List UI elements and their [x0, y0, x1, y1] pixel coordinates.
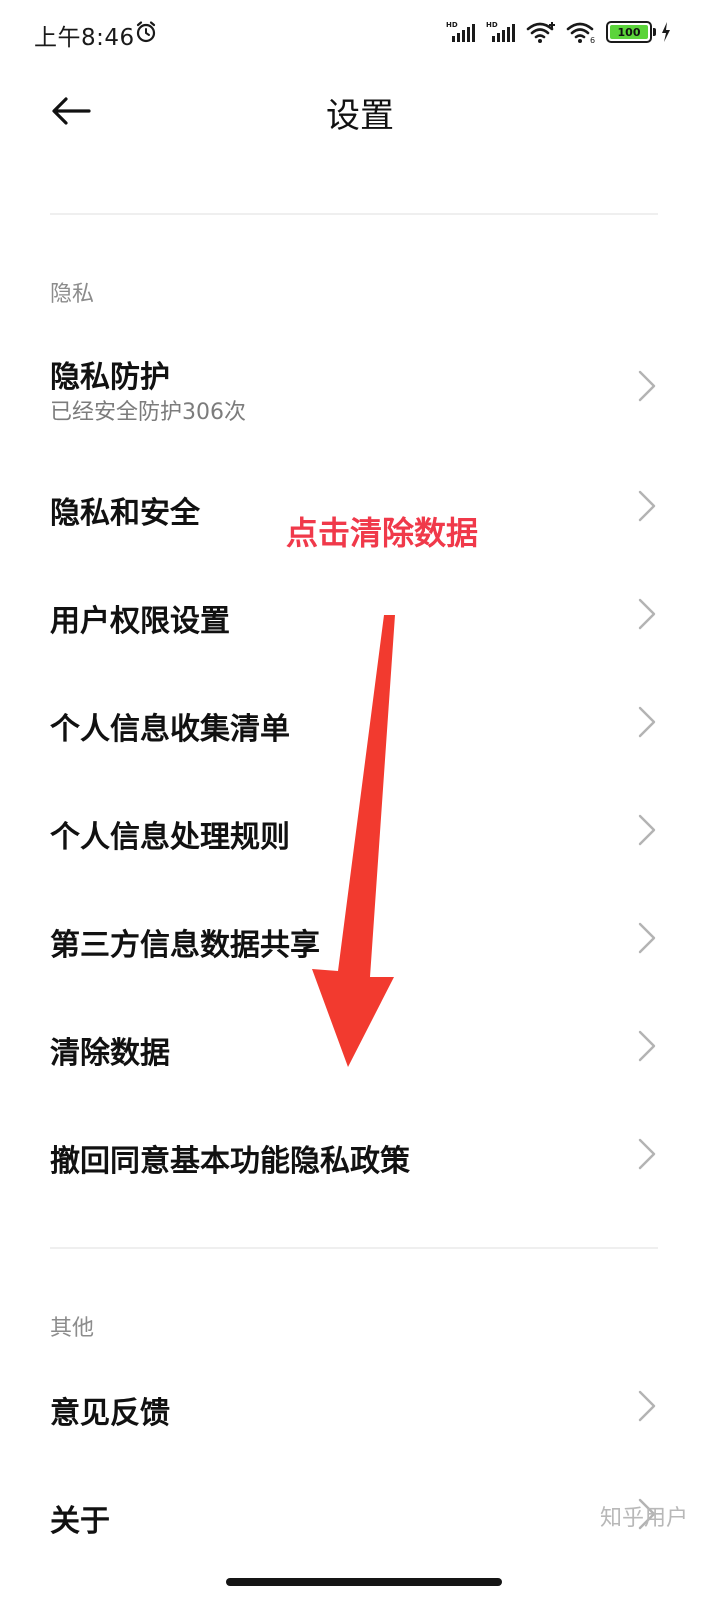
row-title: 第三方信息数据共享 [50, 928, 320, 963]
row-title: 关于 [50, 1504, 110, 1539]
row-title: 撤回同意基本功能隐私政策 [50, 1144, 410, 1179]
settings-row-feedback[interactable]: 意见反馈 [0, 1352, 720, 1460]
row-title: 个人信息收集清单 [50, 712, 290, 747]
annotation-arrow-icon [312, 615, 395, 1067]
chevron-right-icon [638, 370, 656, 402]
battery-fill: 100 [610, 25, 648, 39]
page-title: 设置 [326, 96, 394, 136]
chevron-right-icon [638, 490, 656, 522]
section-header-other: 其他 [50, 1316, 95, 1341]
svg-text:HD: HD [486, 21, 498, 29]
row-title: 隐私防护 [50, 360, 170, 395]
alarm-icon [134, 20, 158, 44]
annotation-text: 点击清除数据 [286, 514, 479, 552]
wifi-icon: 6 [566, 20, 598, 44]
svg-text:HD: HD [446, 21, 458, 29]
chevron-right-icon [638, 1138, 656, 1170]
settings-row-withdraw-consent[interactable]: 撤回同意基本功能隐私政策 [0, 1100, 720, 1208]
status-bar: 上午8:46 HD HD 6 100 [0, 0, 720, 64]
divider [50, 213, 658, 215]
chevron-right-icon [638, 1030, 656, 1062]
row-title: 意见反馈 [50, 1396, 170, 1431]
status-icons: HD HD 6 100 [446, 18, 672, 46]
chevron-right-icon [638, 598, 656, 630]
row-title: 隐私和安全 [50, 496, 200, 531]
settings-row-privacy-protection[interactable]: 隐私防护 已经安全防护306次 [0, 330, 720, 442]
watermark: 知乎用户 [599, 1506, 688, 1531]
home-indicator[interactable] [226, 1578, 502, 1586]
row-title: 清除数据 [50, 1036, 170, 1071]
battery-icon: 100 [606, 21, 656, 43]
wifi-icon [526, 20, 558, 44]
settings-screen: 上午8:46 HD HD 6 100 设置 隐私 隐私防护 已经安全防护306次… [0, 0, 720, 1600]
row-subtitle: 已经安全防护306次 [50, 400, 246, 425]
hd-signal-icon: HD [446, 20, 478, 44]
row-title: 用户权限设置 [50, 604, 230, 639]
chevron-right-icon [638, 814, 656, 846]
charging-icon [660, 21, 672, 43]
hd-signal-icon: HD [486, 20, 518, 44]
chevron-right-icon [638, 1390, 656, 1422]
row-title: 个人信息处理规则 [50, 820, 290, 855]
svg-text:6: 6 [590, 36, 595, 44]
section-header-privacy: 隐私 [50, 282, 95, 307]
status-time: 上午8:46 [34, 25, 135, 51]
battery-label: 100 [617, 25, 641, 39]
chevron-right-icon [638, 706, 656, 738]
chevron-right-icon [638, 922, 656, 954]
divider [50, 1247, 658, 1249]
